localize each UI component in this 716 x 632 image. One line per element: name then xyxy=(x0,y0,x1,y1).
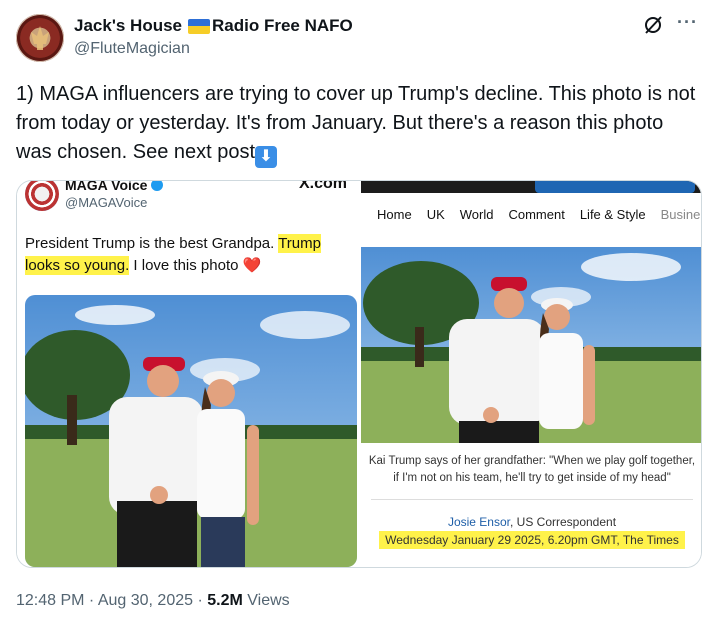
maga-voice-name-text: MAGA Voice xyxy=(65,180,148,193)
more-options-icon[interactable]: ··· xyxy=(677,12,698,33)
user-handle[interactable]: @FluteMagician xyxy=(74,40,190,58)
byline-role: , US Correspondent xyxy=(509,515,617,529)
nav-uk: UK xyxy=(426,207,445,222)
times-nav: Home UK World Comment Life & Style Busin… xyxy=(361,207,701,237)
view-count: 5.2M xyxy=(207,592,243,609)
maga-voice-avatar xyxy=(25,181,59,211)
verified-badge-icon xyxy=(151,181,164,191)
left-screenshot: MAGA Voice @MAGAVoice X.com President Tr… xyxy=(17,181,357,567)
photo-caption: Kai Trump says of her grandfather: "When… xyxy=(368,455,696,484)
nav-life-style: Life & Style xyxy=(579,207,646,222)
x-com-label: X.com xyxy=(299,180,348,192)
heart-emoji-icon: ❤️ xyxy=(242,257,262,274)
right-screenshot: Home UK World Comment Life & Style Busin… xyxy=(361,181,701,567)
byline-author: Josie Ensor xyxy=(447,515,510,529)
dateline-text: Wednesday January 29 2025, 6.20pm GMT, T… xyxy=(379,531,685,549)
post-text-end: I love this photo xyxy=(129,257,243,274)
byline: Josie Ensor, US Correspondent xyxy=(361,515,701,529)
avatar[interactable] xyxy=(16,14,64,62)
tweet-body: 1) MAGA influencers are trying to cover … xyxy=(16,80,696,168)
golf-photo-right xyxy=(361,247,701,443)
display-name-part1[interactable]: Jack's House xyxy=(74,16,182,36)
nav-home: Home xyxy=(377,207,412,222)
display-name-part2[interactable]: Radio Free NAFO xyxy=(212,16,353,36)
dateline: Wednesday January 29 2025, 6.20pm GMT, T… xyxy=(361,531,701,549)
tweet-header: Jack's House Radio Free NAFO @FluteMagic… xyxy=(16,10,706,68)
maga-voice-post-text: President Trump is the best Grandpa. Tru… xyxy=(25,233,355,277)
nav-business: Busine xyxy=(660,207,701,222)
grok-icon[interactable] xyxy=(642,14,664,36)
nav-world: World xyxy=(459,207,494,222)
tweet-text: 1) MAGA influencers are trying to cover … xyxy=(16,83,696,163)
times-top-bar xyxy=(361,181,701,193)
display-name[interactable]: Jack's House Radio Free NAFO xyxy=(74,16,353,36)
caption-separator xyxy=(371,499,693,500)
media-attachment[interactable]: MAGA Voice @MAGAVoice X.com President Tr… xyxy=(16,180,702,568)
timestamp[interactable]: 12:48 PM · Aug 30, 2025 · xyxy=(16,592,207,609)
views-label: Views xyxy=(242,592,290,609)
golf-photo-left xyxy=(25,295,357,567)
tweet-footer: 12:48 PM · Aug 30, 2025 · 5.2M Views xyxy=(16,592,290,610)
nav-comment: Comment xyxy=(508,207,565,222)
down-arrow-emoji-icon: ⬇ xyxy=(255,146,278,168)
maga-voice-name: MAGA Voice xyxy=(65,180,164,193)
maga-voice-handle: @MAGAVoice xyxy=(65,195,148,210)
ukraine-flag-icon xyxy=(188,18,210,34)
post-text-start: President Trump is the best Grandpa. xyxy=(25,235,279,252)
